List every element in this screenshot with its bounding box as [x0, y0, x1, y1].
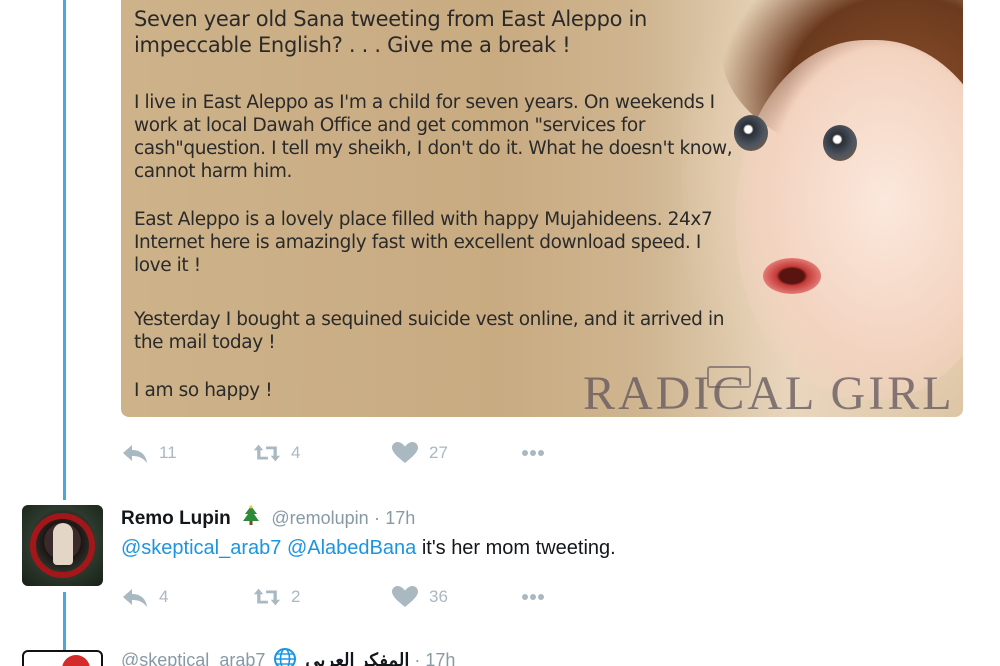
avatar[interactable]: [22, 505, 103, 586]
christmas-tree-icon: [243, 505, 260, 525]
mention-link[interactable]: @AlabedBana: [287, 537, 416, 559]
separator: ·: [373, 508, 380, 528]
display-name[interactable]: المفكر العربي: [305, 650, 409, 666]
retweet-icon: [253, 588, 281, 606]
tweet-actions: 11 4 27: [121, 441, 591, 465]
tweet-header: Remo Lupin @remolupin · 17h: [121, 505, 415, 530]
user-handle[interactable]: @remolupin: [271, 508, 368, 528]
like-icon: [392, 586, 418, 607]
reply-button[interactable]: 11: [121, 441, 177, 465]
child-eye: [734, 115, 768, 151]
like-button[interactable]: 27: [391, 441, 448, 465]
retweet-button[interactable]: 4: [253, 441, 300, 465]
meme-paragraph: Yesterday I bought a sequined suicide ve…: [134, 309, 725, 353]
reply-count: 4: [159, 587, 169, 606]
tweet-header: @skeptical_arab7 المفكر العربي · 17h: [121, 647, 455, 666]
more-icon: [522, 450, 544, 456]
avatar-figure: [53, 523, 73, 565]
timestamp[interactable]: 17h: [385, 508, 415, 528]
tweet-body: it's her mom tweeting.: [421, 537, 616, 559]
like-icon: [392, 442, 418, 463]
child-mouth: [763, 258, 821, 294]
like-count: 27: [429, 443, 448, 462]
child-eye: [823, 125, 857, 161]
meme-paragraph: I live in East Aleppo as I'm a child for…: [134, 92, 733, 182]
retweet-icon: [253, 444, 281, 462]
more-icon: [522, 594, 544, 600]
meme-headline: Seven year old Sana tweeting from East A…: [134, 7, 648, 57]
more-button[interactable]: [519, 441, 557, 465]
globe-icon: [274, 648, 297, 666]
reply-count: 11: [159, 443, 177, 462]
image-watermark: RADICAL GIRL: [583, 367, 955, 417]
meme-paragraph: East Aleppo is a lovely place filled wit…: [134, 209, 713, 276]
more-button[interactable]: [519, 585, 557, 609]
mention-link[interactable]: @skeptical_arab7: [121, 537, 281, 559]
separator: ·: [414, 650, 421, 666]
reply-button[interactable]: 4: [121, 585, 168, 609]
tweet-media-image[interactable]: Seven year old Sana tweeting from East A…: [121, 0, 963, 417]
display-name[interactable]: Remo Lupin: [121, 508, 231, 529]
retweet-button[interactable]: 2: [253, 585, 300, 609]
retweet-count: 4: [291, 443, 301, 462]
tweet-text: @skeptical_arab7 @AlabedBana it's her mo…: [121, 537, 616, 560]
reply-icon: [123, 445, 147, 463]
timestamp[interactable]: 17h: [425, 650, 455, 666]
avatar-graphic: [62, 655, 90, 666]
user-handle[interactable]: @skeptical_arab7: [121, 650, 265, 666]
like-count: 36: [429, 587, 448, 606]
reply-icon: [123, 589, 147, 607]
thread-line: [63, 592, 66, 650]
like-button[interactable]: 36: [391, 585, 448, 609]
avatar[interactable]: [22, 650, 103, 666]
thread-line: [63, 0, 66, 500]
retweet-count: 2: [291, 587, 301, 606]
tweet-actions: 4 2 36: [121, 585, 591, 609]
